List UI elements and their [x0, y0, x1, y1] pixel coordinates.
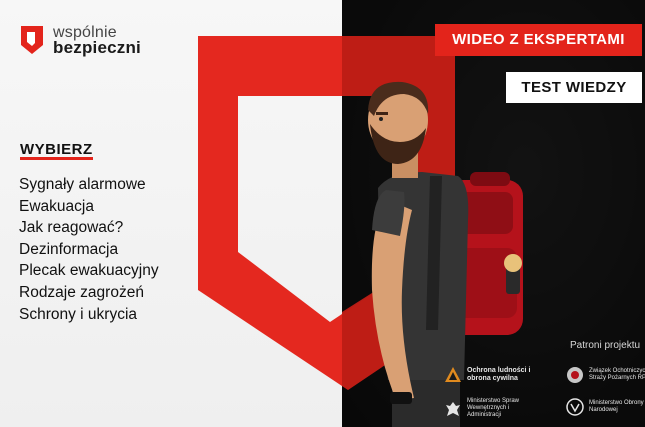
- landing-screen: wspólnie bezpieczni WYBIERZ Sygnały alar…: [0, 0, 645, 427]
- brand-wordmark: wspólnie bezpieczni: [53, 25, 141, 57]
- menu-item-jak-reagowac[interactable]: Jak reagować?: [19, 217, 159, 239]
- patron-mon[interactable]: Ministerstwo Obrony Narodowej: [566, 398, 645, 416]
- patron-mswia[interactable]: Ministerstwo Spraw Wewnętrznych i Admini…: [444, 398, 537, 419]
- civil-defence-emblem-icon: [445, 367, 461, 382]
- menu-item-plecak[interactable]: Plecak ewakuacyjny: [19, 260, 159, 282]
- brand-logo[interactable]: wspólnie bezpieczni: [20, 25, 141, 57]
- menu-heading-underline: [20, 157, 93, 160]
- patron-civil-defence[interactable]: Ochrona ludności i obrona cywilna: [444, 366, 541, 384]
- menu-item-schrony[interactable]: Schrony i ukrycia: [19, 304, 159, 326]
- shield-logo-icon: [21, 26, 43, 54]
- eagle-emblem-icon: [446, 401, 460, 416]
- menu-item-sygnaly[interactable]: Sygnały alarmowe: [19, 174, 159, 196]
- menu-item-zagrozenia[interactable]: Rodzaje zagrożeń: [19, 282, 159, 304]
- brand-line-2: bezpieczni: [53, 38, 141, 57]
- firefighters-emblem-icon: [567, 367, 583, 383]
- military-emblem-icon: [566, 398, 584, 416]
- video-experts-button[interactable]: WIDEO Z EKSPERTAMI: [435, 24, 642, 56]
- menu-item-ewakuacja[interactable]: Ewakuacja: [19, 196, 159, 218]
- patrons-label: Patroni projektu: [570, 340, 641, 351]
- patron-name: Ochrona ludności i obrona cywilna: [467, 367, 531, 382]
- patron-name: Ministerstwo Obrony Narodowej: [589, 400, 644, 413]
- topic-menu: Sygnały alarmowe Ewakuacja Jak reagować?…: [19, 174, 159, 325]
- menu-heading: WYBIERZ: [20, 141, 93, 158]
- patron-osp[interactable]: Związek Ochotniczych Straży Pożarnych RP: [566, 366, 645, 384]
- patron-name: Związek Ochotniczych Straży Pożarnych RP: [589, 368, 645, 381]
- menu-item-dezinformacja[interactable]: Dezinformacja: [19, 239, 159, 261]
- patron-name: Ministerstwo Spraw Wewnętrznych i Admini…: [467, 398, 520, 418]
